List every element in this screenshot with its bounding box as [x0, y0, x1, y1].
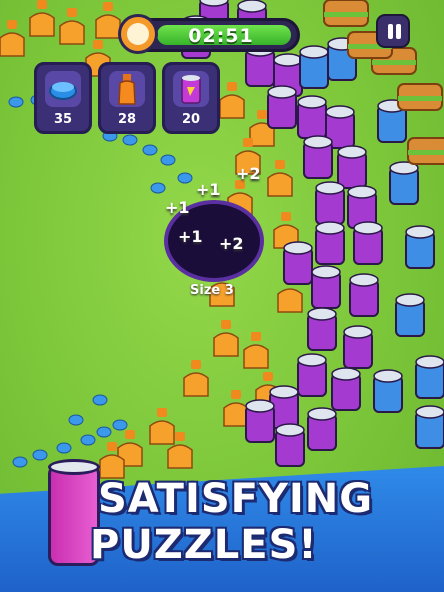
soda-can [349, 273, 379, 317]
bottle-cap [32, 449, 48, 461]
soda-can [311, 265, 341, 309]
bottle-cap [80, 434, 96, 446]
soda-can [373, 369, 403, 413]
goal-cans: 20 [162, 62, 220, 134]
sandwich [323, 0, 369, 27]
bottle-cap [177, 172, 193, 184]
juice-bottle [219, 82, 245, 119]
soda-can [283, 241, 313, 285]
soda-can [415, 355, 444, 399]
bottle-cap [68, 414, 84, 426]
promo-title-line1: SATISFYING [98, 476, 374, 522]
bottle-cap [160, 154, 176, 166]
soda-can [353, 221, 383, 265]
goal-bottle-caps: 35 [34, 62, 92, 134]
soda-can [415, 405, 444, 449]
bottle-cap [8, 96, 24, 108]
juice-bottle-icon [109, 71, 145, 107]
soda-can [267, 85, 297, 129]
soda-can [303, 135, 333, 179]
juice-bottle [243, 332, 269, 369]
hole-size-label: Size 3 [190, 283, 234, 298]
soda-can [307, 407, 337, 451]
bottle-cap [112, 419, 128, 431]
soda-can [389, 161, 419, 205]
bottle-cap-icon [45, 71, 81, 107]
soda-can [275, 423, 305, 467]
score-popup: +2 [219, 234, 244, 253]
soda-can [315, 181, 345, 225]
soda-can [395, 293, 425, 337]
bottle-cap [56, 442, 72, 454]
bottle-cap [96, 426, 112, 438]
goal-count: 35 [53, 112, 73, 127]
goal-count: 20 [181, 112, 201, 127]
juice-bottle [29, 0, 55, 37]
bottle-cap [92, 394, 108, 406]
goal-bottles: 28 [98, 62, 156, 134]
score-popup: +1 [196, 180, 221, 199]
soda-can [299, 45, 329, 89]
soda-can [405, 225, 435, 269]
sandwich [397, 83, 443, 111]
soda-can [315, 221, 345, 265]
soda-can [297, 353, 327, 397]
bottle-cap [150, 182, 166, 194]
juice-bottle [183, 360, 209, 397]
soda-can-icon [173, 71, 209, 107]
bottle-cap [142, 144, 158, 156]
bottle-cap [12, 456, 28, 468]
soda-can [337, 145, 367, 189]
sandwich [407, 137, 444, 165]
pause-icon[interactable] [376, 14, 410, 48]
score-popup: +1 [178, 227, 203, 246]
juice-bottle [59, 8, 85, 45]
soda-can [343, 325, 373, 369]
soda-can [331, 367, 361, 411]
soda-can [245, 399, 275, 443]
juice-bottle [149, 408, 175, 445]
juice-bottle [213, 320, 239, 357]
promo-title-line2: PUZZLES! [90, 522, 318, 568]
soda-can [297, 95, 327, 139]
juice-bottle [0, 20, 25, 57]
score-popup: +1 [165, 198, 190, 217]
stopwatch-icon [118, 14, 158, 54]
juice-bottle [267, 160, 293, 197]
game-field[interactable]: Size 3 +1 +1 +2 +1 +2 02:51 35 28 20 SAT… [0, 0, 444, 592]
juice-bottle [223, 390, 249, 427]
soda-can [307, 307, 337, 351]
bottle-cap [122, 134, 138, 146]
juice-bottle [95, 2, 121, 39]
goal-count: 28 [117, 112, 137, 127]
score-popup: +2 [236, 164, 261, 183]
